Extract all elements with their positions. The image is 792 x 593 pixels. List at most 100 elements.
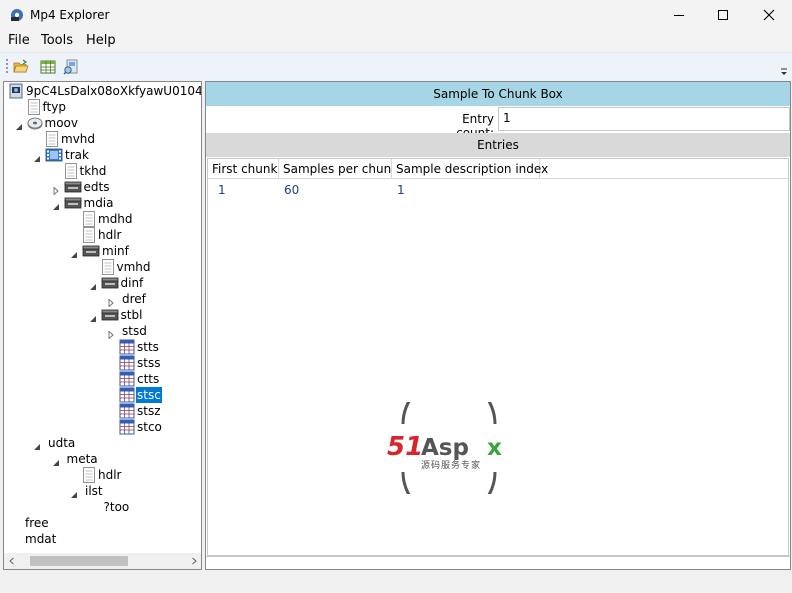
tree-node-dinf[interactable]: dinf	[4, 275, 201, 291]
column-header-first-chunk[interactable]: First chunk	[208, 159, 279, 179]
tree-node-stsd[interactable]: stsd	[4, 323, 201, 340]
minimize-icon	[674, 15, 684, 16]
open-folder-icon	[13, 59, 29, 73]
tree-node-label: edts	[83, 180, 110, 194]
tree-node-label: dinf	[120, 276, 144, 290]
cell-samples-per-chunk[interactable]: 60	[284, 183, 299, 197]
tree-node-moov[interactable]: moov	[4, 115, 201, 131]
scrollbar-thumb[interactable]	[30, 556, 128, 566]
tree-node-label: stsc	[136, 387, 162, 403]
tree-node-label: stts	[137, 340, 159, 354]
toolbar	[0, 52, 792, 80]
tree-node-label: ilst	[85, 484, 103, 498]
toolbar-grip[interactable]	[6, 59, 8, 75]
entries-header: Entries	[206, 133, 790, 157]
tree-node-stbl[interactable]: stbl	[4, 307, 201, 323]
tree-node-stco[interactable]: stco	[4, 419, 201, 435]
tree-horizontal-scrollbar[interactable]	[4, 553, 201, 569]
maximize-button[interactable]	[700, 0, 746, 30]
tree-node-stts[interactable]: stts	[4, 339, 201, 355]
tree-node-mdia[interactable]: mdia	[4, 195, 201, 211]
box-details-panel: Sample To Chunk Box Entry count: 1 Entri…	[205, 81, 791, 570]
tree-node-label: hdlr	[98, 228, 122, 242]
tree-node-mvhd[interactable]: mvhd	[4, 131, 201, 147]
grid-view-button[interactable]	[38, 57, 58, 77]
tree-node-label: minf	[102, 244, 129, 258]
tree-node-label: udta	[48, 436, 76, 450]
tree-node-stsc[interactable]: stsc	[4, 387, 201, 403]
tree-node-meta[interactable]: meta	[4, 451, 201, 467]
column-header-sample-description-index[interactable]: Sample description index	[392, 159, 548, 179]
tree-node-label: tkhd	[79, 164, 107, 178]
inspect-button[interactable]	[61, 57, 81, 77]
tree-node-hdlr[interactable]: hdlr	[4, 227, 201, 243]
scroll-right-icon[interactable]	[190, 557, 198, 565]
tree-node-label: hdlr	[98, 468, 122, 482]
tree-node-hdlr[interactable]: hdlr	[4, 467, 201, 483]
minimize-button[interactable]	[656, 0, 702, 30]
grid-view-icon	[40, 60, 56, 74]
tree-node-label: ftyp	[42, 100, 66, 114]
tree-node-mdat[interactable]: mdat	[4, 531, 201, 547]
tree-node-udta[interactable]: udta	[4, 435, 201, 451]
tree-node-minf[interactable]: minf	[4, 243, 201, 259]
column-header-samples-per-chunk[interactable]: Samples per chunk	[279, 159, 398, 179]
tree-node-ctts[interactable]: ctts	[4, 371, 201, 387]
tree-node-label: mvhd	[61, 132, 96, 146]
svg-text:51: 51	[387, 432, 423, 462]
title-bar: Mp4 Explorer	[0, 0, 792, 30]
details-bottom-bar	[206, 556, 790, 569]
toolbar-overflow-icon[interactable]	[779, 67, 789, 77]
tree-node-label: mdat	[25, 532, 57, 546]
tree-node-label: meta	[66, 452, 98, 466]
entries-grid[interactable]: First chunk Samples per chunk Sample des…	[207, 158, 789, 556]
mp4-explorer-app-icon	[11, 9, 23, 21]
svg-text:源码服务专家: 源码服务专家	[421, 459, 481, 471]
tree-node-free[interactable]: free	[4, 515, 201, 531]
tree-node-dref[interactable]: dref	[4, 291, 201, 308]
column-header-filler	[540, 159, 788, 179]
tree-node-edts[interactable]: edts	[4, 179, 201, 196]
tree-node-trak[interactable]: trak	[4, 147, 201, 163]
menu-tools[interactable]: Tools	[41, 33, 73, 48]
cell-first-chunk[interactable]: 1	[218, 183, 226, 197]
box-tree[interactable]: 9pC4LsDalx08oXkfyawU010412 ftyp moov mvhd tr…	[3, 81, 202, 570]
open-button[interactable]	[11, 57, 31, 77]
tree-node-mdhd[interactable]: mdhd	[4, 211, 201, 227]
close-icon	[763, 9, 775, 21]
tree-node-tkhd[interactable]: tkhd	[4, 163, 201, 179]
tree-node-too[interactable]: ?too	[4, 499, 201, 515]
tree-node-stss[interactable]: stss	[4, 355, 201, 371]
tree-node-label: ?too	[103, 500, 130, 514]
window-title: Mp4 Explorer	[30, 8, 110, 22]
watermark-logo: 51 Asp x 源码服务专家	[387, 402, 502, 494]
box-title: Sample To Chunk Box	[206, 82, 790, 106]
tree-node-label: stbl	[120, 308, 143, 322]
svg-text:Asp: Asp	[421, 435, 469, 461]
tree-node-9pc4lsdalx08oxkfyawu010412[interactable]: 9pC4LsDalx08oXkfyawU010412	[4, 83, 201, 99]
tree-node-label: trak	[65, 148, 89, 162]
tree-node-label: 9pC4LsDalx08oXkfyawU010412	[26, 84, 202, 98]
maximize-icon	[718, 10, 728, 20]
tree-node-stsz[interactable]: stsz	[4, 403, 201, 419]
entry-count-value: 1	[503, 111, 511, 125]
scroll-left-icon[interactable]	[8, 557, 16, 565]
menu-file[interactable]: File	[8, 33, 30, 48]
tree-node-label: mdia	[83, 196, 114, 210]
tree-node-label: mdhd	[98, 212, 133, 226]
tree-node-ilst[interactable]: ilst	[4, 483, 201, 499]
entry-count-field[interactable]: 1	[498, 107, 790, 131]
tree-node-vmhd[interactable]: vmhd	[4, 259, 201, 275]
tree-node-label: dref	[122, 292, 146, 306]
inspect-icon	[63, 59, 78, 75]
tree-node-ftyp[interactable]: ftyp	[4, 99, 201, 115]
close-button[interactable]	[746, 0, 792, 30]
menu-help[interactable]: Help	[86, 33, 116, 48]
tree-node-label: ctts	[137, 372, 160, 386]
tree-node-label: stsz	[137, 404, 161, 418]
cell-sample-description-index[interactable]: 1	[397, 183, 405, 197]
tree-node-label: stco	[137, 420, 162, 434]
svg-text:x: x	[487, 435, 502, 461]
tree-node-label: vmhd	[116, 260, 151, 274]
menu-bar: File Tools Help	[0, 30, 792, 52]
